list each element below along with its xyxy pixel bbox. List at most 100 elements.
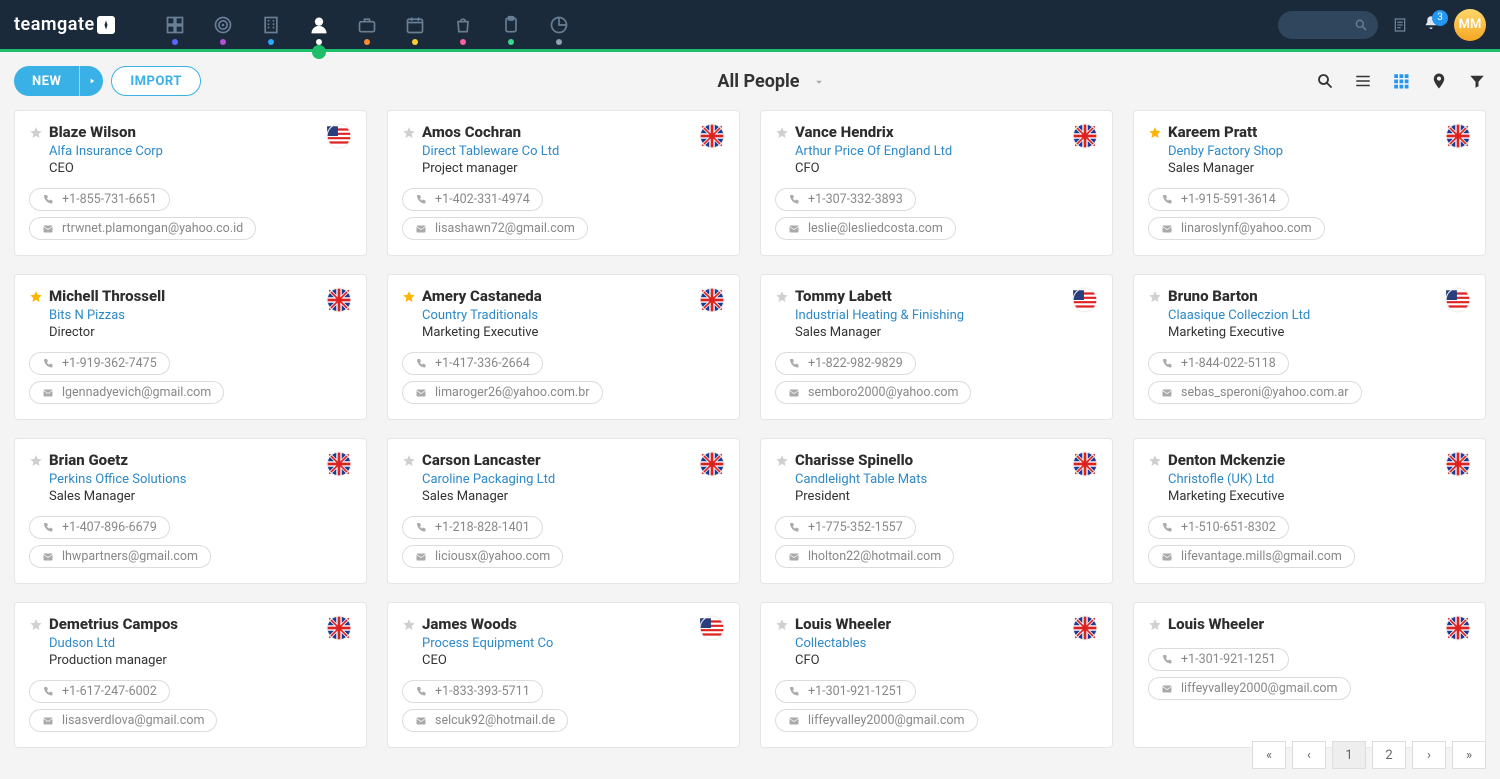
person-company[interactable]: Process Equipment Co [422,636,553,651]
person-card[interactable]: Denton Mckenzie Christofle (UK) Ltd Mark… [1133,438,1486,584]
person-card[interactable]: Vance Hendrix Arthur Price Of England Lt… [760,110,1113,256]
phone-chip[interactable]: +1-307-332-3893 [775,188,916,211]
phone-chip[interactable]: +1-218-828-1401 [402,516,543,539]
page-last[interactable]: » [1452,741,1486,769]
person-name[interactable]: Brian Goetz [49,451,186,469]
email-chip[interactable]: lgennadyevich@gmail.com [29,381,224,404]
phone-chip[interactable]: +1-617-247-6002 [29,680,170,703]
nav-goals[interactable] [199,0,247,51]
person-name[interactable]: Demetrius Campos [49,615,178,633]
email-chip[interactable]: liffeyvalley2000@gmail.com [775,709,978,732]
star-icon[interactable] [402,453,416,472]
email-chip[interactable]: liffeyvalley2000@gmail.com [1148,677,1351,700]
star-icon[interactable] [775,453,789,472]
import-button[interactable]: IMPORT [111,66,201,96]
user-avatar[interactable]: MM [1454,9,1486,41]
notifications-button[interactable]: 3 [1422,14,1440,36]
global-search[interactable] [1278,11,1378,39]
person-name[interactable]: Michell Throssell [49,287,165,305]
email-chip[interactable]: limaroger26@yahoo.com.br [402,381,603,404]
person-card[interactable]: Demetrius Campos Dudson Ltd Production m… [14,602,367,748]
person-company[interactable]: Arthur Price Of England Ltd [795,144,952,159]
nav-deals[interactable] [343,0,391,51]
phone-chip[interactable]: +1-775-352-1557 [775,516,916,539]
phone-chip[interactable]: +1-915-591-3614 [1148,188,1289,211]
nav-products[interactable] [439,0,487,51]
phone-chip[interactable]: +1-844-022-5118 [1148,352,1289,375]
person-card[interactable]: Louis Wheeler +1-301-921-1251 liffeyvall… [1133,602,1486,748]
person-card[interactable]: Bruno Barton Claasique Colleczion Ltd Ma… [1133,274,1486,420]
person-card[interactable]: Tommy Labett Industrial Heating & Finish… [760,274,1113,420]
person-company[interactable]: Country Traditionals [422,308,542,323]
star-icon[interactable] [402,289,416,308]
person-name[interactable]: Louis Wheeler [795,615,891,633]
email-chip[interactable]: selcuk92@hotmail.de [402,709,568,732]
phone-chip[interactable]: +1-510-651-8302 [1148,516,1289,539]
email-chip[interactable]: liciousx@yahoo.com [402,545,563,568]
star-icon[interactable] [1148,617,1162,636]
page-1[interactable]: 1 [1332,741,1366,769]
person-name[interactable]: James Woods [422,615,553,633]
person-name[interactable]: Charisse Spinello [795,451,927,469]
nav-calendar[interactable] [391,0,439,51]
phone-chip[interactable]: +1-822-982-9829 [775,352,916,375]
star-icon[interactable] [402,125,416,144]
person-name[interactable]: Bruno Barton [1168,287,1310,305]
page-2[interactable]: 2 [1372,741,1406,769]
person-card[interactable]: James Woods Process Equipment Co CEO +1-… [387,602,740,748]
title-dropdown[interactable] [813,76,825,88]
person-name[interactable]: Carson Lancaster [422,451,555,469]
document-icon[interactable] [1392,17,1408,33]
filter-icon[interactable] [1468,72,1486,90]
person-name[interactable]: Amery Castaneda [422,287,542,305]
person-card[interactable]: Michell Throssell Bits N Pizzas Director… [14,274,367,420]
phone-chip[interactable]: +1-301-921-1251 [775,680,916,703]
person-company[interactable]: Collectables [795,636,891,651]
person-company[interactable]: Industrial Heating & Finishing [795,308,964,323]
phone-chip[interactable]: +1-402-331-4974 [402,188,543,211]
search-icon[interactable] [1316,72,1334,90]
person-company[interactable]: Candlelight Table Mats [795,472,927,487]
star-icon[interactable] [1148,125,1162,144]
list-view-icon[interactable] [1354,72,1372,90]
email-chip[interactable]: sebas_speroni@yahoo.com.ar [1148,381,1362,404]
star-icon[interactable] [1148,289,1162,308]
nav-companies[interactable] [247,0,295,51]
person-name[interactable]: Louis Wheeler [1168,615,1264,633]
person-name[interactable]: Vance Hendrix [795,123,952,141]
person-card[interactable]: Brian Goetz Perkins Office Solutions Sal… [14,438,367,584]
nav-people[interactable] [295,0,343,51]
phone-chip[interactable]: +1-855-731-6651 [29,188,170,211]
grid-view-icon[interactable] [1392,72,1410,90]
email-chip[interactable]: semboro2000@yahoo.com [775,381,971,404]
page-next[interactable]: › [1412,741,1446,769]
page-first[interactable]: « [1252,741,1286,769]
person-name[interactable]: Denton Mckenzie [1168,451,1285,469]
phone-chip[interactable]: +1-919-362-7475 [29,352,170,375]
star-icon[interactable] [29,453,43,472]
person-company[interactable]: Dudson Ltd [49,636,178,651]
phone-chip[interactable]: +1-833-393-5711 [402,680,543,703]
star-icon[interactable] [29,289,43,308]
email-chip[interactable]: rtrwnet.plamongan@yahoo.co.id [29,217,256,240]
star-icon[interactable] [29,125,43,144]
person-company[interactable]: Christofle (UK) Ltd [1168,472,1285,487]
person-company[interactable]: Bits N Pizzas [49,308,165,323]
person-name[interactable]: Blaze Wilson [49,123,163,141]
person-company[interactable]: Direct Tableware Co Ltd [422,144,559,159]
star-icon[interactable] [775,617,789,636]
person-card[interactable]: Amos Cochran Direct Tableware Co Ltd Pro… [387,110,740,256]
star-icon[interactable] [402,617,416,636]
star-icon[interactable] [775,125,789,144]
phone-chip[interactable]: +1-417-336-2664 [402,352,543,375]
star-icon[interactable] [775,289,789,308]
new-button[interactable]: NEW [14,66,79,96]
email-chip[interactable]: lifevantage.mills@gmail.com [1148,545,1355,568]
person-card[interactable]: Blaze Wilson Alfa Insurance Corp CEO +1-… [14,110,367,256]
phone-chip[interactable]: +1-301-921-1251 [1148,648,1289,671]
email-chip[interactable]: lisashawn72@gmail.com [402,217,588,240]
phone-chip[interactable]: +1-407-896-6679 [29,516,170,539]
person-company[interactable]: Claasique Colleczion Ltd [1168,308,1310,323]
new-dropdown-button[interactable] [79,66,103,96]
person-card[interactable]: Charisse Spinello Candlelight Table Mats… [760,438,1113,584]
